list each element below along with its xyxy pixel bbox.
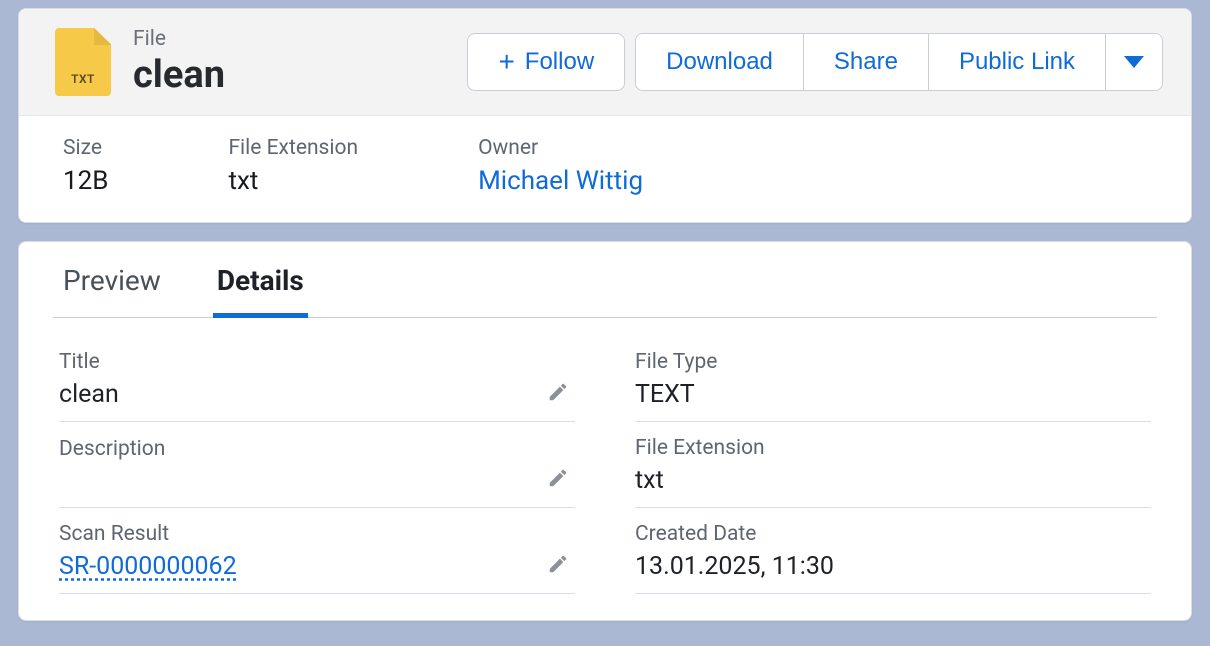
description-label: Description <box>59 437 529 461</box>
follow-button-label: Follow <box>525 50 594 74</box>
plus-icon: + <box>498 54 514 71</box>
detail-row-file-type: File Type TEXT <box>635 336 1151 422</box>
file-header-card: TXT File clean + Follow Download Share P <box>18 8 1192 223</box>
action-button-group: Download Share Public Link <box>635 33 1163 91</box>
pencil-icon <box>547 381 569 403</box>
header-top-bar: TXT File clean + Follow Download Share P <box>19 9 1191 116</box>
description-value <box>59 467 529 495</box>
meta-file-extension: File Extension txt <box>228 136 358 196</box>
edit-description-button[interactable] <box>541 461 575 495</box>
download-button[interactable]: Download <box>636 34 804 90</box>
tabs: Preview Details <box>53 242 1157 318</box>
tab-details[interactable]: Details <box>213 264 308 318</box>
file-extension-value: txt <box>635 466 1151 495</box>
header-meta-row: Size 12B File Extension txt Owner Michae… <box>19 116 1191 222</box>
follow-button[interactable]: + Follow <box>467 33 625 91</box>
detail-row-description: Description <box>59 422 575 508</box>
public-link-button[interactable]: Public Link <box>929 34 1106 90</box>
meta-size-label: Size <box>63 136 108 160</box>
record-type-label: File <box>133 27 225 51</box>
tab-preview[interactable]: Preview <box>59 264 165 318</box>
title-text: File clean <box>133 27 225 97</box>
scan-result-label: Scan Result <box>59 522 529 546</box>
header-actions: + Follow Download Share Public Link <box>467 33 1163 91</box>
detail-row-title: Title clean <box>59 336 575 422</box>
more-actions-button[interactable] <box>1106 34 1162 90</box>
file-extension-label: File Extension <box>635 436 1151 460</box>
detail-row-file-extension: File Extension txt <box>635 422 1151 508</box>
detail-col-left: Title clean Description Scan Result <box>59 336 575 594</box>
edit-scan-result-button[interactable] <box>541 547 575 581</box>
detail-row-created-date: Created Date 13.01.2025, 11:30 <box>635 508 1151 594</box>
detail-col-right: File Type TEXT File Extension txt Create… <box>635 336 1151 594</box>
chevron-down-icon <box>1124 56 1144 68</box>
created-date-label: Created Date <box>635 522 1151 546</box>
meta-owner-link[interactable]: Michael Wittig <box>478 166 643 196</box>
meta-size: Size 12B <box>63 136 108 196</box>
title-block: TXT File clean <box>55 27 225 97</box>
meta-ext-value: txt <box>228 166 358 196</box>
pencil-icon <box>547 467 569 489</box>
file-type-label: File Type <box>635 350 1151 374</box>
edit-title-button[interactable] <box>541 375 575 409</box>
detail-grid: Title clean Description Scan Result <box>53 318 1157 594</box>
scan-result-link[interactable]: SR-0000000062 <box>59 552 529 581</box>
file-icon-badge: TXT <box>71 72 95 86</box>
page-title: clean <box>133 53 225 97</box>
meta-ext-label: File Extension <box>228 136 358 160</box>
pencil-icon <box>547 553 569 575</box>
title-label: Title <box>59 350 529 374</box>
meta-owner: Owner Michael Wittig <box>478 136 643 196</box>
title-value: clean <box>59 380 529 409</box>
detail-row-scan-result: Scan Result SR-0000000062 <box>59 508 575 594</box>
meta-owner-label: Owner <box>478 136 643 160</box>
share-button[interactable]: Share <box>804 34 929 90</box>
file-type-value: TEXT <box>635 380 1151 409</box>
meta-size-value: 12B <box>63 166 108 196</box>
file-details-card: Preview Details Title clean Description <box>18 241 1192 621</box>
file-type-icon: TXT <box>55 28 111 96</box>
created-date-value: 13.01.2025, 11:30 <box>635 552 1151 581</box>
